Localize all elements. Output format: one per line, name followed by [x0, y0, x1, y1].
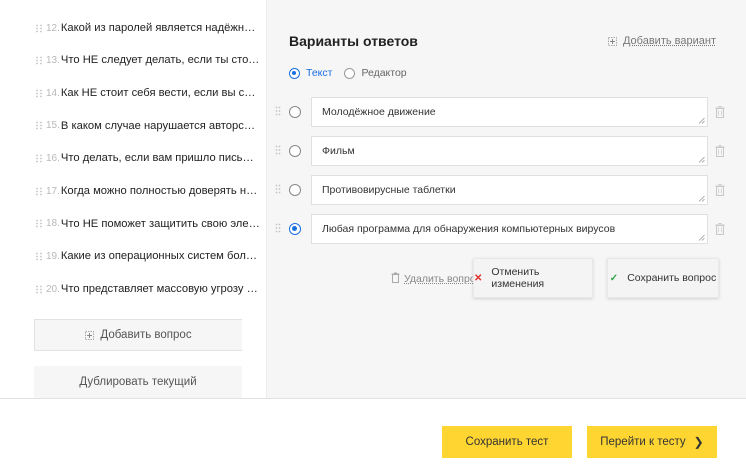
question-number: 13.: [46, 54, 60, 66]
question-text: В каком случае нарушается авторское прав…: [60, 119, 260, 132]
drag-handle-icon[interactable]: [34, 154, 43, 163]
question-list-item[interactable]: 17.Когда можно полностью доверять новым …: [34, 175, 260, 208]
question-number: 12.: [46, 22, 60, 34]
save-test-label: Сохранить тест: [465, 436, 549, 448]
trash-icon[interactable]: [715, 183, 725, 196]
duplicate-question-label: Дублировать текущий: [79, 376, 197, 388]
delete-question-label: Удалить вопрос: [404, 273, 481, 285]
resize-handle-icon[interactable]: [698, 156, 705, 163]
add-question-label: Добавить вопрос: [100, 329, 192, 341]
answer-row: Противовирусные таблетки: [275, 175, 725, 205]
question-list-item[interactable]: 14.Как НЕ стоит себя вести, если вы стал…: [34, 77, 260, 110]
answer-row: Любая программа для обнаружения компьюте…: [275, 214, 725, 244]
question-list-item[interactable]: 16.Что делать, если вам пришло письмо о …: [34, 142, 260, 175]
trash-icon[interactable]: [715, 222, 725, 235]
drag-handle-icon[interactable]: [34, 252, 43, 261]
correct-answer-radio[interactable]: [289, 145, 301, 157]
go-to-test-button[interactable]: Перейти к тесту ❯: [587, 426, 717, 458]
question-list-item[interactable]: 12. Какой из паролей является надёжным?: [34, 12, 260, 44]
question-number: 18.: [46, 218, 60, 230]
question-text: Какие из операционных систем больше всег…: [60, 250, 260, 263]
question-text: Что делать, если вам пришло письмо о том…: [60, 152, 260, 165]
question-number: 14.: [46, 87, 60, 99]
answer-text-field[interactable]: Противовирусные таблетки: [311, 175, 708, 205]
add-variant-button[interactable]: Добавить вариант: [607, 35, 716, 47]
question-list: 12. Какой из паролей является надёжным? 13…: [34, 0, 260, 306]
footer-bar: Сохранить тест Перейти к тесту ❯: [0, 398, 746, 470]
correct-answer-radio[interactable]: [289, 184, 301, 196]
add-variant-label: Добавить вариант: [622, 35, 716, 47]
question-list-item[interactable]: 13.Что НЕ следует делать, если ты столкн…: [34, 44, 260, 77]
resize-handle-icon[interactable]: [698, 234, 705, 241]
question-text: Что НЕ поможет защитить свою электронную…: [60, 217, 260, 230]
question-list-item[interactable]: 18.Что НЕ поможет защитить свою электрон…: [34, 207, 260, 240]
question-number: 19.: [46, 250, 60, 262]
mode-editor-label: Редактор: [361, 67, 407, 79]
question-number: 16.: [46, 152, 60, 164]
question-text: Что представляет массовую угрозу компьют…: [60, 283, 260, 296]
answer-text: Молодёжное движение: [322, 106, 436, 118]
drag-handle-icon[interactable]: [275, 184, 283, 196]
answer-text-field[interactable]: Любая программа для обнаружения компьюте…: [311, 214, 708, 244]
trash-icon[interactable]: [715, 105, 725, 118]
plus-icon: [607, 36, 617, 46]
cancel-changes-label: Отменить изменения: [491, 266, 545, 290]
close-icon: ✕: [474, 272, 483, 284]
drag-handle-icon[interactable]: [34, 219, 43, 228]
mode-editor-radio[interactable]: Редактор: [344, 67, 407, 79]
question-text: Какой из паролей является надёжным?: [60, 22, 260, 34]
delete-question-button[interactable]: Удалить вопрос: [391, 272, 481, 286]
mode-text-label: Текст: [306, 67, 333, 79]
question-sidebar: 12. Какой из паролей является надёжным? 13…: [0, 0, 266, 398]
drag-handle-icon[interactable]: [34, 24, 43, 33]
drag-handle-icon[interactable]: [275, 106, 283, 118]
answer-row: Фильм: [275, 136, 725, 166]
drag-handle-icon[interactable]: [34, 285, 43, 294]
correct-answer-radio[interactable]: [289, 223, 301, 235]
answer-text-field[interactable]: Фильм: [311, 136, 708, 166]
question-list-item[interactable]: 20.Что представляет массовую угрозу комп…: [34, 273, 260, 306]
input-mode-switch: Текст Редактор: [289, 67, 419, 79]
radio-selected-icon: [289, 67, 300, 79]
answer-text-field[interactable]: Молодёжное движение: [311, 97, 708, 127]
chevron-right-icon: ❯: [693, 435, 704, 449]
question-actions: Удалить вопрос ✕ Отменить изменения ✓ Со…: [267, 258, 746, 298]
drag-handle-icon[interactable]: [34, 121, 43, 130]
drag-handle-icon[interactable]: [275, 145, 283, 157]
save-test-button[interactable]: Сохранить тест: [442, 426, 572, 458]
trash-icon: [391, 272, 400, 286]
question-list-item[interactable]: 15.В каком случае нарушается авторское п…: [34, 109, 260, 142]
answer-text: Фильм: [322, 145, 355, 157]
question-text: Что НЕ следует делать, если ты столкнулс…: [60, 54, 260, 67]
answer-text: Противовирусные таблетки: [322, 184, 456, 196]
question-text: Когда можно полностью доверять новым онл…: [60, 185, 260, 198]
resize-handle-icon[interactable]: [698, 195, 705, 202]
save-question-button[interactable]: ✓ Сохранить вопрос: [607, 258, 719, 298]
drag-handle-icon[interactable]: [34, 187, 43, 196]
answers-title: Варианты ответов: [289, 33, 418, 49]
answer-row: Молодёжное движение: [275, 97, 725, 127]
correct-answer-radio[interactable]: [289, 106, 301, 118]
go-to-test-label: Перейти к тесту: [600, 436, 686, 448]
add-question-button[interactable]: Добавить вопрос: [34, 319, 242, 351]
resize-handle-icon[interactable]: [698, 117, 705, 124]
question-list-item[interactable]: 19.Какие из операционных систем больше в…: [34, 240, 260, 273]
mode-text-radio[interactable]: Текст: [289, 67, 332, 79]
answer-text: Любая программа для обнаружения компьюте…: [322, 223, 616, 235]
question-text: Как НЕ стоит себя вести, если вы стали ж…: [60, 87, 260, 100]
answers-editor: Варианты ответов Добавить вариант Текст …: [266, 0, 746, 398]
question-number: 15.: [46, 120, 60, 132]
check-icon: ✓: [609, 272, 619, 284]
drag-handle-icon[interactable]: [34, 89, 43, 98]
plus-icon: [85, 330, 95, 340]
question-number: 20.: [46, 283, 60, 295]
duplicate-question-button[interactable]: Дублировать текущий: [34, 366, 242, 398]
trash-icon[interactable]: [715, 144, 725, 157]
drag-handle-icon[interactable]: [275, 223, 283, 235]
cancel-changes-button[interactable]: ✕ Отменить изменения: [473, 258, 593, 298]
save-question-label: Сохранить вопрос: [627, 272, 717, 284]
question-number: 17.: [46, 185, 60, 197]
radio-icon: [344, 67, 356, 79]
drag-handle-icon[interactable]: [34, 56, 43, 65]
